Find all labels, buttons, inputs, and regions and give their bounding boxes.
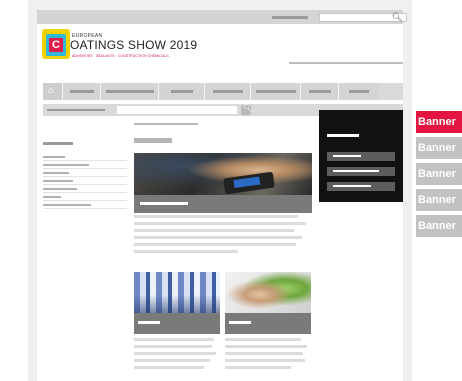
- sidebar-item[interactable]: [43, 161, 127, 169]
- nav-item-label-placeholder: [212, 90, 243, 93]
- expo-hall-image: [134, 272, 220, 313]
- text-line-placeholder: [134, 215, 298, 218]
- business-hands-image: [225, 272, 311, 313]
- promo-link-button[interactable]: [327, 152, 395, 161]
- banner-stack: Banner Banner Banner Banner Banner: [416, 111, 462, 241]
- nav-item-5[interactable]: [251, 83, 301, 100]
- utility-link-placeholder[interactable]: [272, 16, 308, 19]
- sidebar-heading: [43, 142, 73, 145]
- sidebar-item-label-placeholder: [43, 172, 69, 174]
- nav-item-6[interactable]: [301, 83, 339, 100]
- promo-link-label-placeholder: [333, 170, 379, 172]
- sidebar-item[interactable]: [43, 153, 127, 161]
- nav-item-7[interactable]: [339, 83, 379, 100]
- banner-1[interactable]: Banner: [416, 111, 462, 133]
- screenshot-stage: 🔍︎ C EUROPEAN OATINGS SHOW 2019 ADHESIVE…: [0, 0, 462, 381]
- text-line-placeholder: [134, 250, 238, 253]
- caption-text-placeholder: [138, 321, 160, 324]
- sidebar-item[interactable]: [43, 177, 127, 185]
- sidebar-item[interactable]: [43, 193, 127, 201]
- nav-item-label-placeholder: [105, 90, 154, 93]
- nav-item-1[interactable]: [63, 83, 101, 100]
- nav-item-label-placeholder: [255, 90, 296, 93]
- sidebar-item-label-placeholder: [43, 204, 91, 206]
- nav-item-label-placeholder: [308, 90, 331, 93]
- sidebar-item-label-placeholder: [43, 180, 73, 182]
- logo-mark: C: [42, 29, 70, 59]
- tile-caption: [225, 313, 311, 334]
- text-line-placeholder: [134, 352, 216, 355]
- sidebar-item-label-placeholder: [43, 164, 89, 166]
- featured-article[interactable]: [134, 153, 312, 213]
- logo-tagline: ADHESIVES · SEALANTS · CONSTRUCTION CHEM…: [72, 54, 169, 58]
- promo-link-label-placeholder: [333, 155, 361, 157]
- text-line-placeholder: [134, 345, 212, 348]
- banner-3[interactable]: Banner: [416, 163, 462, 185]
- content-top-rule: [134, 123, 198, 125]
- article-tile-expo[interactable]: [134, 272, 220, 334]
- sidebar-item-label-placeholder: [43, 196, 61, 198]
- promo-link-button[interactable]: [327, 182, 395, 191]
- header-divider: [289, 62, 403, 64]
- terminal-screen-graphic: [233, 176, 261, 189]
- text-line-placeholder: [134, 338, 214, 341]
- left-sidebar: [43, 142, 127, 209]
- nav-item-3[interactable]: [159, 83, 205, 100]
- search-go-button[interactable]: 🔍︎: [241, 105, 252, 115]
- home-icon: ⌂: [48, 85, 55, 96]
- text-line-placeholder: [225, 366, 291, 369]
- website-mockup: 🔍︎ C EUROPEAN OATINGS SHOW 2019 ADHESIVE…: [28, 0, 412, 381]
- banner-4[interactable]: Banner: [416, 189, 462, 211]
- sidebar-item[interactable]: [43, 201, 127, 209]
- promo-title-placeholder: [327, 134, 359, 137]
- article-tile-business[interactable]: [225, 272, 311, 334]
- promo-panel: [319, 110, 403, 202]
- promo-link-label-placeholder: [333, 185, 371, 187]
- nav-item-label-placeholder: [170, 90, 193, 93]
- nav-item-label-placeholder: [349, 90, 369, 93]
- sidebar-item[interactable]: [43, 185, 127, 193]
- payment-terminal-graphic: [223, 171, 275, 195]
- sidebar-item-label-placeholder: [43, 188, 77, 190]
- sidebar-item-label-placeholder: [43, 156, 65, 158]
- utility-bar: 🔍︎: [37, 10, 407, 24]
- text-line-placeholder: [225, 359, 305, 362]
- caption-text-placeholder: [229, 321, 251, 324]
- logo-letter-c: C: [49, 38, 63, 52]
- text-line-placeholder: [225, 338, 301, 341]
- search-input[interactable]: 🔍︎: [319, 12, 407, 22]
- nav-item-2[interactable]: [101, 83, 159, 100]
- text-line-placeholder: [225, 352, 303, 355]
- nav-home-button[interactable]: ⌂: [43, 83, 63, 100]
- tile-caption: [134, 313, 220, 334]
- text-line-placeholder: [134, 236, 302, 239]
- nav-item-label-placeholder: [69, 90, 94, 93]
- featured-image: [134, 153, 312, 195]
- breadcrumb[interactable]: [47, 109, 105, 111]
- logo-title: OATINGS SHOW 2019: [70, 38, 198, 52]
- site-search-field[interactable]: [117, 106, 237, 114]
- search-icon[interactable]: 🔍︎: [392, 12, 403, 22]
- main-navigation: ⌂: [43, 83, 403, 100]
- search-go-icon: 🔍︎: [243, 105, 252, 112]
- text-line-placeholder: [134, 243, 296, 246]
- text-line-placeholder: [134, 359, 210, 362]
- banner-5[interactable]: Banner: [416, 215, 462, 237]
- sidebar-item[interactable]: [43, 169, 127, 177]
- nav-item-4[interactable]: [205, 83, 251, 100]
- text-line-placeholder: [134, 229, 294, 232]
- text-line-placeholder: [225, 345, 307, 348]
- section-title: [134, 138, 172, 143]
- page-canvas: 🔍︎ C EUROPEAN OATINGS SHOW 2019 ADHESIVE…: [37, 10, 407, 381]
- text-line-placeholder: [134, 366, 204, 369]
- banner-2[interactable]: Banner: [416, 137, 462, 159]
- caption-text-placeholder: [140, 202, 188, 205]
- site-logo[interactable]: C EUROPEAN OATINGS SHOW 2019 ADHESIVES ·…: [42, 29, 197, 67]
- text-line-placeholder: [134, 222, 306, 225]
- promo-link-button[interactable]: [327, 167, 395, 176]
- featured-caption: [134, 195, 312, 213]
